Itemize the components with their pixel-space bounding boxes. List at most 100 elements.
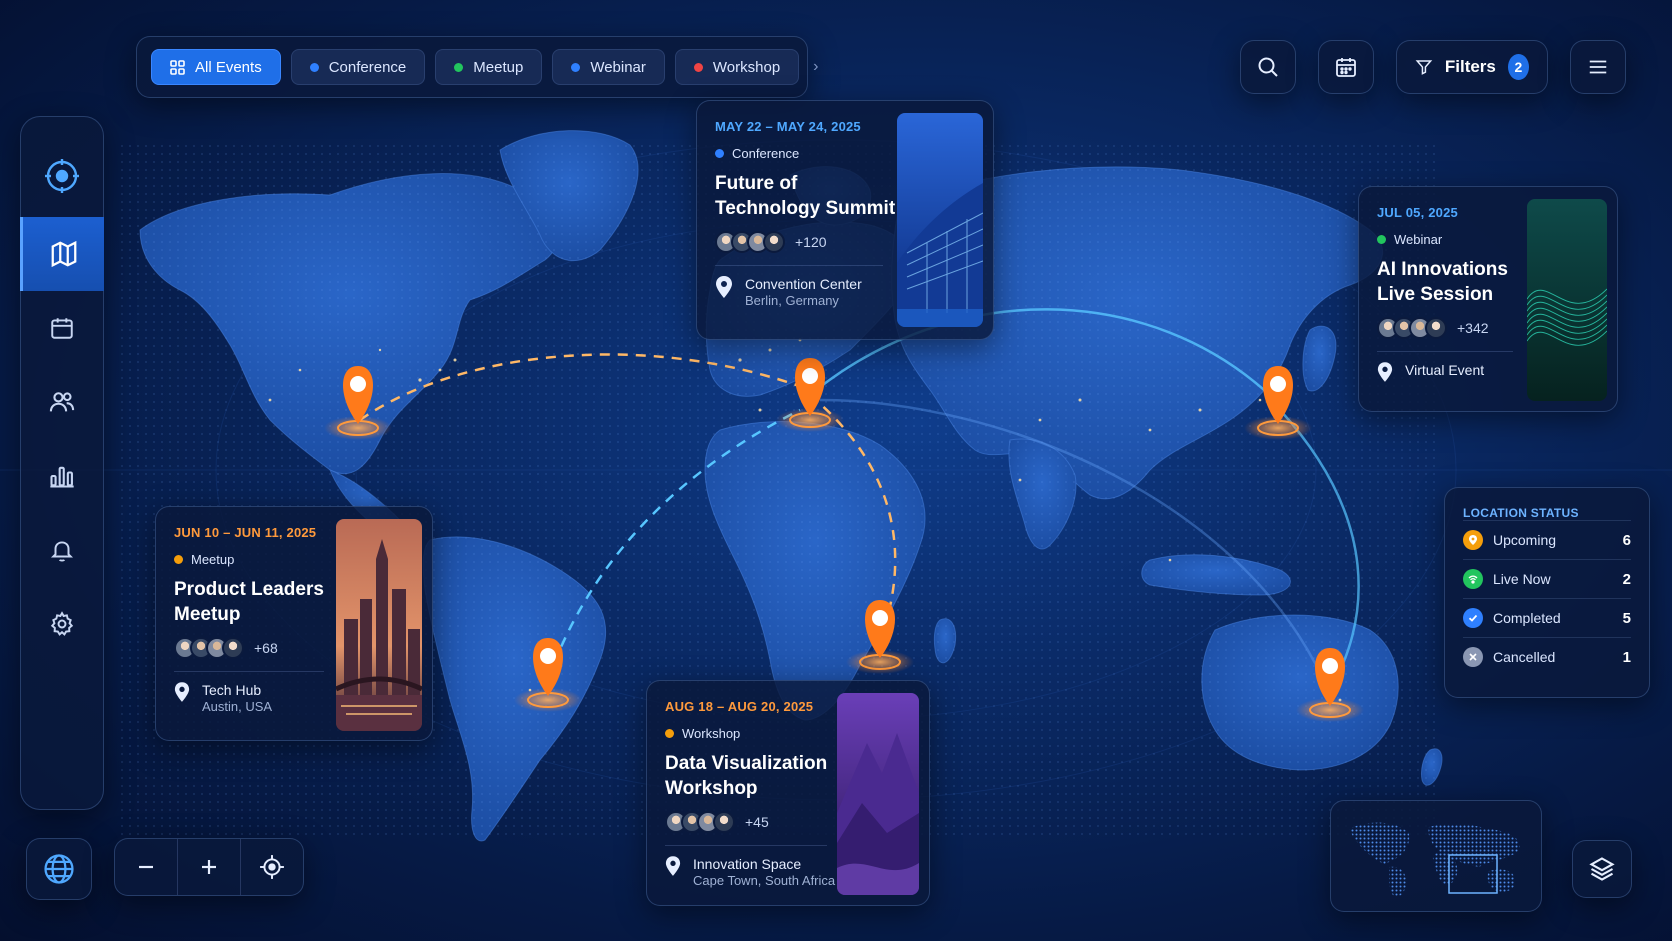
tab-conference[interactable]: Conference [290,49,426,85]
status-count: 2 [1622,570,1631,588]
calendar-icon [51,318,73,339]
check-icon [1463,608,1483,628]
status-row-cancelled[interactable]: Cancelled 1 [1463,637,1631,676]
sidebar-item-map[interactable] [20,217,104,291]
target-icon [45,159,79,193]
grid-icon [170,59,185,75]
location-pin-icon [665,856,681,876]
minimap-world [1349,822,1520,897]
tab-all-events[interactable]: All Events [151,49,281,85]
location-pin-icon [716,276,732,298]
avatar [222,637,244,659]
event-type-label: Conference [732,146,800,161]
zoom-controls [114,838,304,896]
event-city: Cape Town, South Africa [693,873,836,888]
upcoming-pin-icon [1463,530,1483,550]
minimap[interactable] [1330,800,1542,912]
live-broadcast-icon [1463,569,1483,589]
search-icon [1258,57,1278,77]
status-title: LOCATION STATUS [1463,506,1579,520]
tab-label: All Events [195,58,262,76]
event-image-ai-waves [1527,199,1607,401]
meetup-dot [174,555,183,564]
tab-label: Workshop [712,58,781,76]
status-count: 6 [1622,531,1631,549]
event-city: Berlin, Germany [745,293,839,308]
conference-dot [309,62,319,72]
layers-icon [1589,857,1615,881]
zoom-in-button[interactable] [178,839,241,895]
sidebar-item-notifications[interactable] [20,513,104,587]
chevron-right-icon[interactable]: › [813,58,818,76]
layers-button[interactable] [1572,840,1632,898]
event-card-ai-innovations[interactable]: JUL 05, 2025 Webinar AI Innovations Live… [1358,186,1618,412]
location-status-panel: LOCATION STATUS Upcoming 6 Live Now 2 Co… [1444,487,1650,698]
status-label: Completed [1493,610,1561,626]
webinar-dot [571,62,581,72]
minus-icon [139,865,153,869]
status-row-live-now[interactable]: Live Now 2 [1463,559,1631,598]
sidebar-item-settings[interactable] [20,587,104,661]
tab-label: Meetup [473,58,524,76]
tab-label: Conference [328,58,407,76]
attendee-count: +342 [1457,320,1489,336]
event-type-label: Webinar [1394,232,1443,247]
calendar-button[interactable] [1318,40,1374,94]
divider [1377,351,1513,352]
zoom-out-button[interactable] [115,839,178,895]
event-image-city-skyline [336,519,422,731]
event-card-product-leaders[interactable]: JUN 10 – JUN 11, 2025 Meetup Product Lea… [155,506,433,741]
sidebar [20,116,104,810]
workshop-dot [665,729,674,738]
event-venue: Innovation Space [693,856,802,872]
event-image-mountains [837,693,919,895]
users-icon [49,392,75,412]
filters-button[interactable]: Filters 2 [1396,40,1548,94]
status-label: Upcoming [1493,532,1557,548]
webinar-dot [1377,235,1386,244]
divider [665,845,827,846]
globe-view-button[interactable] [26,838,92,900]
event-card-data-viz[interactable]: AUG 18 – AUG 20, 2025 Workshop Data Visu… [646,680,930,906]
meetup-dot [454,62,464,72]
bell-icon [50,541,74,562]
status-row-completed[interactable]: Completed 5 [1463,598,1631,637]
status-row-upcoming[interactable]: Upcoming 6 [1463,520,1631,559]
status-label: Cancelled [1493,649,1556,665]
avatar [713,811,735,833]
avatar [1425,317,1447,339]
sidebar-item-calendar[interactable] [20,291,104,365]
tab-workshop[interactable]: Workshop [674,49,800,85]
conference-dot [715,149,724,158]
attendee-count: +68 [254,640,278,656]
event-card-tech-summit[interactable]: MAY 22 – MAY 24, 2025 Conference Future … [696,100,994,340]
gear-icon [50,611,74,636]
tab-meetup[interactable]: Meetup [435,49,543,85]
status-count: 5 [1622,609,1631,627]
event-type-label: Meetup [191,552,235,567]
close-icon [1463,647,1483,667]
attendee-count: +120 [795,234,827,250]
event-type-label: Workshop [682,726,741,741]
divider [715,265,883,266]
map-icon [51,240,76,268]
avatar [763,231,785,253]
menu-icon [1589,60,1607,74]
event-city: Austin, USA [202,699,273,714]
locate-me-button[interactable] [241,839,303,895]
sidebar-item-attendees[interactable] [20,365,104,439]
tab-label: Webinar [590,58,646,76]
location-pin-icon [174,682,190,702]
sidebar-item-target[interactable] [20,139,104,213]
plus-icon [202,860,216,874]
filters-count-badge: 2 [1507,54,1529,80]
event-venue: Virtual Event [1405,362,1485,378]
sidebar-item-analytics[interactable] [20,439,104,513]
globe-icon [44,854,74,884]
event-venue: Convention Center [745,276,862,292]
menu-button[interactable] [1570,40,1626,94]
filter-icon [1415,60,1433,75]
search-button[interactable] [1240,40,1296,94]
event-venue: Tech Hub [202,682,262,698]
tab-webinar[interactable]: Webinar [552,49,665,85]
